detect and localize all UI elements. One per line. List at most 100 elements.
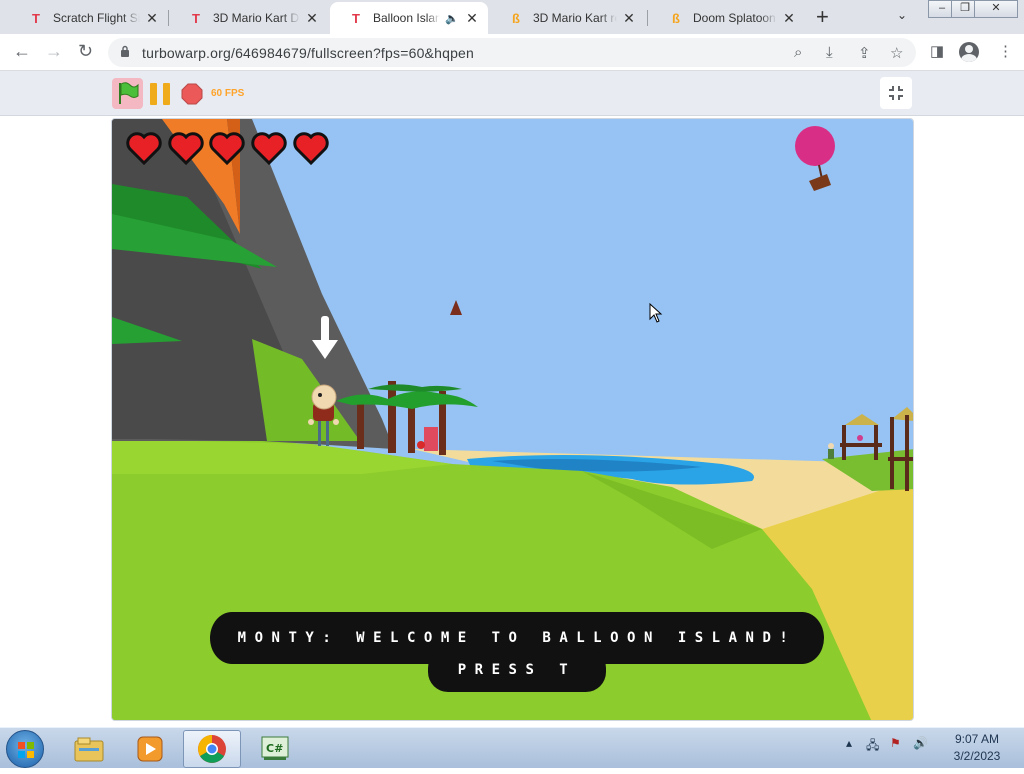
explorer-taskbar-button[interactable] <box>60 730 118 768</box>
turbowarp-icon: T <box>192 10 200 26</box>
system-clock[interactable]: 9:07 AM 3/2/2023 <box>938 731 1016 765</box>
red-ball <box>417 441 425 449</box>
tab-title: Scratch Flight Sim <box>53 11 140 25</box>
heart-icon <box>126 132 162 165</box>
close-tab-icon[interactable]: ✕ <box>781 10 797 27</box>
svg-text:C#: C# <box>266 742 283 755</box>
tab-strip: T Scratch Flight Sim ✕ T 3D Mario Kart D… <box>0 0 1024 34</box>
tab-balloon-island[interactable]: T Balloon Island 🔈 ✕ <box>330 2 488 34</box>
monty-hand <box>333 419 339 425</box>
start-button[interactable] <box>6 730 44 768</box>
scratch-icon: ß <box>512 10 520 26</box>
menu-kebab-icon[interactable]: ⋮ <box>998 42 1013 60</box>
clock-date: 3/2/2023 <box>953 749 1001 763</box>
pause-button[interactable] <box>150 83 172 105</box>
share-icon[interactable]: ⇪ <box>858 44 871 62</box>
back-icon[interactable]: ← <box>13 42 31 60</box>
dialog-box: MONTY: WELCOME TO BALLOON ISLAND! PRESS … <box>210 612 824 697</box>
url-text[interactable]: turbowarp.org/646984679/fullscreen?fps=6… <box>142 45 474 61</box>
heart-icon <box>293 132 329 165</box>
tab-separator <box>647 10 648 26</box>
bookmark-star-icon[interactable]: ☆ <box>890 44 903 62</box>
palm-trunk <box>357 401 364 449</box>
close-tab-icon[interactable]: ✕ <box>621 10 637 27</box>
green-flag-button[interactable] <box>112 78 143 109</box>
monty-head <box>311 384 337 410</box>
npc-head <box>828 443 834 449</box>
tab-3d-mario-kart-ds[interactable]: T 3D Mario Kart DS ✕ <box>170 2 328 34</box>
windows-taskbar: C# ▴ 🖧 ⚑ 🔊 9:07 AM 3/2/2023 <box>0 727 1024 768</box>
hut-post <box>905 415 909 491</box>
action-center-flag-icon[interactable]: ⚑ <box>890 736 901 750</box>
explorer-icon <box>74 737 104 762</box>
show-hidden-icons-icon[interactable]: ▴ <box>846 736 852 750</box>
tab-separator <box>168 10 169 26</box>
chrome-taskbar-button[interactable] <box>183 730 241 768</box>
tab-title: Doom Splatoon V <box>693 11 777 25</box>
fps-counter: 60 FPS <box>211 88 245 99</box>
exit-fullscreen-button[interactable] <box>880 77 912 109</box>
browser-toolbar: ← → ↻ turbowarp.org/646984679/fullscreen… <box>0 34 1024 71</box>
close-tab-icon[interactable]: ✕ <box>304 10 320 27</box>
stop-button[interactable] <box>181 83 203 105</box>
profile-avatar[interactable] <box>959 42 979 62</box>
player-controls: 60 FPS <box>0 71 1024 116</box>
dialog-line-2: PRESS T <box>428 648 606 692</box>
reload-icon[interactable]: ↻ <box>78 42 93 60</box>
npc-body <box>828 449 834 459</box>
turbowarp-icon: T <box>352 10 360 26</box>
heart-icon <box>168 132 204 165</box>
clock-time: 9:07 AM <box>954 732 1000 746</box>
heart-icon <box>251 132 287 165</box>
new-tab-button[interactable]: + <box>816 6 829 28</box>
hut-figure <box>857 435 863 441</box>
close-tab-icon[interactable]: ✕ <box>144 10 160 27</box>
balloon-envelope <box>795 126 835 166</box>
speaker-icon[interactable]: 🔈 <box>444 12 460 25</box>
distant-npc <box>828 443 834 459</box>
hut-beam <box>888 457 913 461</box>
media-player-taskbar-button[interactable] <box>121 730 179 768</box>
windows-logo-icon <box>18 742 34 758</box>
tab-doom-splatoon[interactable]: ß Doom Splatoon V ✕ <box>650 2 805 34</box>
green-flag-icon <box>119 82 139 104</box>
volume-icon[interactable]: 🔊 <box>913 736 928 750</box>
stop-octagon-icon <box>181 83 203 105</box>
side-panel-icon[interactable]: ◨ <box>930 42 944 60</box>
tab-title: 3D Mario Kart ren <box>533 11 617 25</box>
tab-title: 3D Mario Kart DS <box>213 11 300 25</box>
red-kiosk <box>424 427 438 451</box>
pause-bar <box>163 83 170 105</box>
monty-eye <box>318 393 322 397</box>
tab-3d-mario-kart-ren[interactable]: ß 3D Mario Kart ren ✕ <box>490 2 645 34</box>
scratch-icon: ß <box>672 10 680 26</box>
hut-post <box>842 425 846 460</box>
mouse-cursor-icon <box>649 303 663 323</box>
turbowarp-icon: T <box>32 10 40 26</box>
install-icon[interactable]: ⤓ <box>826 44 833 61</box>
lock-icon[interactable] <box>120 45 130 57</box>
game-stage[interactable]: MONTY: WELCOME TO BALLOON ISLAND! PRESS … <box>111 118 914 721</box>
palm-trunk <box>388 381 396 453</box>
exit-fullscreen-icon <box>889 86 903 100</box>
hut-post <box>874 425 878 460</box>
hut-beam <box>840 443 882 447</box>
address-bar[interactable]: turbowarp.org/646984679/fullscreen?fps=6… <box>108 38 916 67</box>
monty-hand <box>308 419 314 425</box>
zoom-search-icon[interactable]: ⌕ <box>794 44 802 61</box>
close-window-button[interactable]: ✕ <box>974 0 1018 18</box>
network-icon[interactable]: 🖧 <box>866 736 879 757</box>
forward-icon[interactable]: → <box>45 42 63 60</box>
tab-search-chevron-icon[interactable]: ⌄ <box>897 8 907 22</box>
heart-icon <box>209 132 245 165</box>
chrome-icon <box>198 735 226 763</box>
hut-post <box>890 417 894 489</box>
tab-title: Balloon Island <box>373 11 440 25</box>
csharp-icon: C# <box>261 736 289 760</box>
media-player-icon <box>137 736 163 762</box>
csharp-taskbar-button[interactable]: C# <box>246 730 304 768</box>
tab-scratch-flight-sim[interactable]: T Scratch Flight Sim ✕ <box>10 2 168 34</box>
close-tab-icon[interactable]: ✕ <box>464 10 480 27</box>
turbowarp-page: 60 FPS MONTY: WELCOME TO BALLOON ISLAND!… <box>0 71 1024 727</box>
pause-bar <box>150 83 157 105</box>
